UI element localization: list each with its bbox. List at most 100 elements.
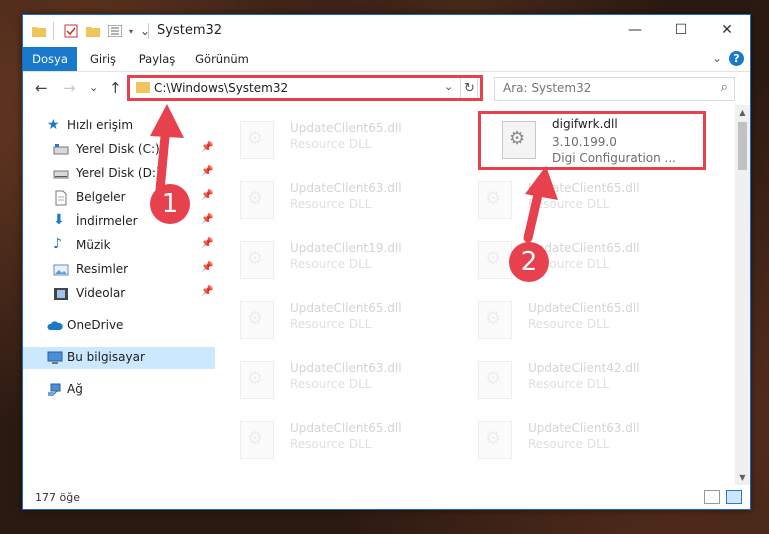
ribbon-collapse-icon[interactable]: ⌄ [712,51,722,65]
nav-item-label: Bu bilgisayar [67,350,145,364]
folder-icon [31,23,47,39]
nav-item-local-disk-c[interactable]: Yerel Disk (C:) 📌 [23,139,215,161]
tiles-view-icon[interactable] [726,490,742,504]
item-count: 177 öğe [35,491,80,504]
file-description: Resource DLL [528,377,610,391]
dll-file-icon [240,421,274,459]
nav-item-network[interactable]: Ağ [23,379,215,401]
pin-icon[interactable]: 📌 [201,238,213,249]
new-folder-icon[interactable] [85,23,101,39]
file-description: Resource DLL [528,197,610,211]
file-name: UpdateClient65.dll [290,121,402,135]
file-description: Resource DLL [290,137,372,151]
file-description: Resource DLL [290,197,372,211]
nav-item-local-disk-d[interactable]: Yerel Disk (D:) 📌 [23,163,215,185]
pin-icon[interactable]: 📌 [201,262,213,273]
nav-item-label: İndirmeler [76,214,138,228]
file-name: UpdateClient63.dll [528,421,640,435]
file-tile[interactable]: UpdateClient63.dll Resource DLL [216,173,436,225]
nav-item-label: OneDrive [67,318,124,332]
minimize-button[interactable]: — [612,15,658,45]
tab-file[interactable]: Dosya [23,47,77,71]
forward-button[interactable]: → [63,79,76,97]
view-menu-icon[interactable] [107,23,123,39]
file-tile[interactable]: UpdateClient63.dll Resource DLL [216,353,436,405]
music-icon: ♪ [53,236,62,252]
pin-icon[interactable]: 📌 [201,214,213,225]
close-button[interactable]: ✕ [704,15,750,45]
address-bar-highlight-box [127,75,483,101]
search-box[interactable]: ⌕ [494,77,735,101]
nav-item-quick-access[interactable]: ★ Hızlı erişim [23,115,215,137]
nav-item-label: Resimler [76,262,129,276]
file-name: UpdateClient65.dll [290,421,402,435]
nav-item-pictures[interactable]: Resimler 📌 [23,259,215,281]
scroll-up-icon[interactable]: ▲ [735,105,750,120]
title-bar: ▾ ⌄ System32 — ☐ ✕ [23,15,750,47]
nav-item-label: Belgeler [76,190,126,204]
file-name: UpdateClient63.dll [290,361,402,375]
search-icon[interactable]: ⌕ [721,80,728,95]
nav-item-this-pc[interactable]: Bu bilgisayar [23,347,215,369]
tab-share[interactable]: Paylaş [131,47,183,71]
file-tile[interactable]: UpdateClient19.dll Resource DLL [216,233,436,285]
file-tile[interactable]: UpdateClient65.dll Resource DLL [216,113,436,165]
maximize-button[interactable]: ☐ [658,15,704,45]
pin-icon[interactable]: 📌 [201,190,213,201]
dll-file-icon [478,421,512,459]
download-icon: ⬇ [53,212,65,228]
nav-item-onedrive[interactable]: OneDrive [23,315,215,337]
file-tile[interactable]: UpdateClient65.dll Resource DLL [454,173,674,225]
drive-icon [53,142,69,158]
up-button[interactable]: ↑ [109,79,122,97]
nav-item-label: Yerel Disk (D:) [76,166,161,180]
file-tile[interactable]: UpdateClient65.dll Resource DLL [216,413,436,465]
step-badge-1: 1 [150,184,190,224]
pin-icon[interactable]: 📌 [201,166,213,177]
nav-item-videos[interactable]: Videolar 📌 [23,283,215,305]
pin-icon[interactable]: 📌 [201,286,213,297]
scrollbar-thumb[interactable] [738,122,747,170]
file-tile[interactable]: UpdateClient65.dll Resource DLL [216,293,436,345]
file-tile[interactable]: UpdateClient63.dll Resource DLL [454,413,674,465]
file-name: UpdateClient63.dll [290,181,402,195]
customize-toolbar-icon[interactable]: ⌄ [137,23,153,39]
file-description: Resource DLL [290,257,372,271]
back-button[interactable]: ← [35,79,48,97]
file-description: Resource DLL [528,437,610,451]
file-name: UpdateClient19.dll [290,241,402,255]
title-separator [148,23,149,39]
help-icon[interactable]: ? [729,51,744,66]
tab-home[interactable]: Giriş [81,47,125,71]
nav-item-music[interactable]: ♪ Müzik 📌 [23,235,215,257]
dll-file-icon [240,361,274,399]
file-tile[interactable]: UpdateClient42.dll Resource DLL [454,353,674,405]
file-name: UpdateClient65.dll [290,301,402,315]
navigation-pane: ★ Hızlı erişim Yerel Disk (C:) 📌 Yerel D… [23,105,215,485]
ribbon-tabs: Dosya Giriş Paylaş Görünüm ⌄ ? [23,47,750,72]
tab-view[interactable]: Görünüm [191,47,253,71]
properties-icon[interactable] [63,23,79,39]
dll-file-icon [478,181,512,219]
nav-item-label: Hızlı erişim [67,118,134,132]
search-input[interactable] [495,78,713,98]
file-highlight-box [478,111,706,170]
dll-file-icon [478,301,512,339]
nav-item-label: Müzik [76,238,111,252]
file-name: UpdateClient65.dll [528,181,640,195]
dll-file-icon [478,361,512,399]
file-tile[interactable]: UpdateClient65.dll Resource DLL [454,293,674,345]
video-icon [53,286,69,302]
drive-icon [53,166,69,182]
file-description: Resource DLL [290,317,372,331]
vertical-scrollbar[interactable]: ▲ ▼ [735,105,750,485]
step-badge-2: 2 [509,242,549,282]
dll-file-icon [240,181,274,219]
cloud-icon [47,318,63,334]
scroll-down-icon[interactable]: ▼ [735,470,750,485]
pin-icon[interactable]: 📌 [201,142,213,153]
file-description: Resource DLL [290,437,372,451]
details-view-icon[interactable] [704,490,720,504]
recent-locations-button[interactable]: ⌄ [89,81,98,94]
file-tile[interactable]: UpdateClient65.dll Resource DLL [454,233,674,285]
